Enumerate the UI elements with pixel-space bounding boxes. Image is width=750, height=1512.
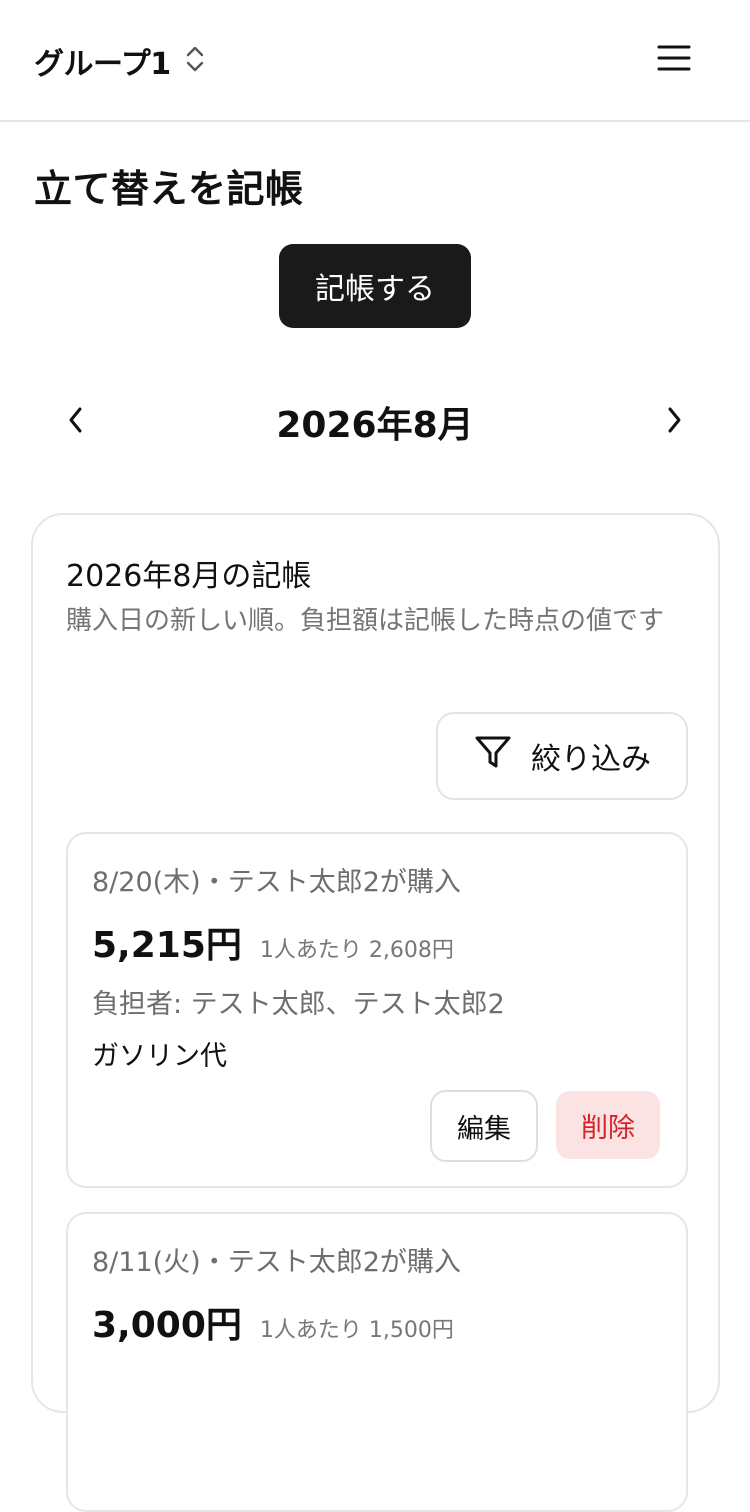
record-button[interactable]: 記帳する: [279, 244, 471, 328]
month-navigator: 2026年8月: [0, 390, 750, 454]
app-header: グループ1: [0, 0, 750, 122]
hamburger-menu-icon: [657, 44, 691, 76]
entry-card: 8/11(火)・テスト太郎2が購入 3,000円 1人あたり 1,500円: [66, 1212, 688, 1512]
entry-card: 8/20(木)・テスト太郎2が購入 5,215円 1人あたり 2,608円 負担…: [66, 832, 688, 1188]
filter-funnel-icon: [473, 732, 513, 780]
next-month-button[interactable]: [654, 402, 694, 442]
group-name: グループ1: [34, 47, 171, 82]
entry-amount: 5,215円: [92, 925, 242, 966]
page-title: 立て替えを記帳: [34, 167, 304, 211]
chevron-right-icon: [664, 405, 684, 439]
panel-description: 購入日の新しい順。負担額は記帳した時点の値です: [66, 606, 665, 636]
delete-button[interactable]: 削除: [556, 1091, 660, 1159]
entries-panel: 2026年8月の記帳 購入日の新しい順。負担額は記帳した時点の値です 絞り込み …: [31, 513, 720, 1512]
current-month-label: 2026年8月: [276, 405, 474, 446]
filter-button[interactable]: 絞り込み: [436, 712, 688, 800]
entry-amount: 3,000円: [92, 1305, 242, 1346]
chevron-up-down-icon: [185, 44, 205, 78]
entry-memo: ガソリン代: [92, 1041, 227, 1072]
edit-button[interactable]: 編集: [430, 1090, 538, 1162]
menu-button[interactable]: [654, 42, 694, 78]
entry-amount-row: 5,215円 1人あたり 2,608円: [92, 916, 454, 968]
entry-payers: 負担者: テスト太郎、テスト太郎2: [92, 989, 505, 1020]
group-switcher[interactable]: グループ1: [34, 40, 205, 82]
filter-label: 絞り込み: [531, 742, 651, 777]
entry-per-person: 1人あたり 2,608円: [259, 938, 454, 963]
entry-meta: 8/20(木)・テスト太郎2が購入: [92, 867, 461, 898]
entry-amount-row: 3,000円 1人あたり 1,500円: [92, 1296, 454, 1348]
entry-meta: 8/11(火)・テスト太郎2が購入: [92, 1247, 461, 1278]
panel-title: 2026年8月の記帳: [66, 559, 312, 594]
entry-per-person: 1人あたり 1,500円: [259, 1318, 454, 1343]
